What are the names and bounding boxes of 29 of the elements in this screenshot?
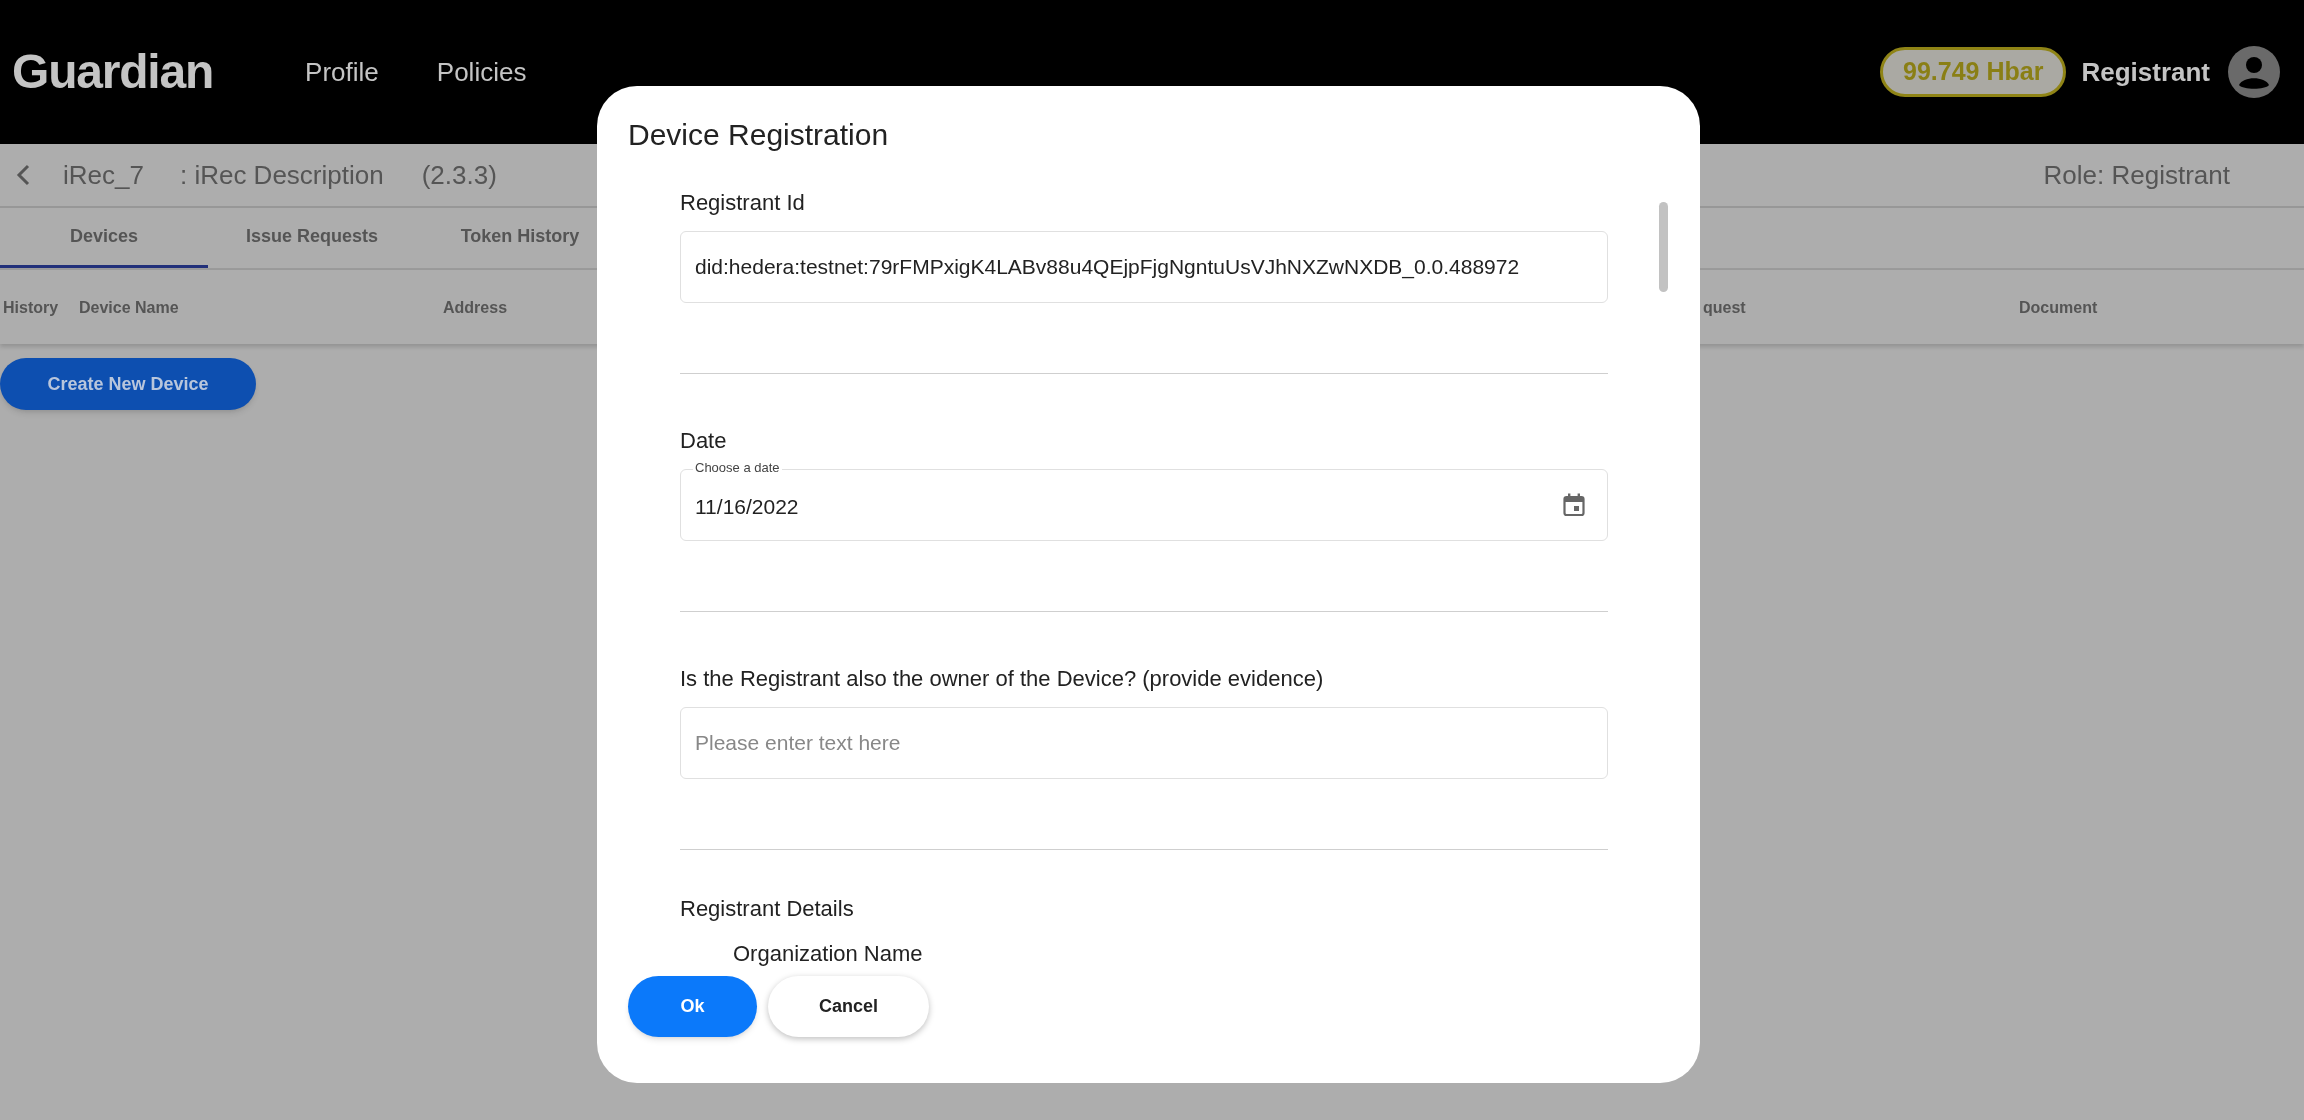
scrollbar[interactable] — [1659, 202, 1668, 292]
cancel-button[interactable]: Cancel — [768, 976, 929, 1037]
logo[interactable]: Guardian — [12, 36, 214, 108]
balance-badge: 99.749 Hbar — [1880, 47, 2067, 97]
field-label: Date — [680, 427, 728, 455]
create-device-button[interactable]: Create New Device — [0, 358, 256, 410]
policy-name: iRec_7 — [63, 158, 144, 192]
ok-button[interactable]: Ok — [628, 976, 757, 1037]
role-label: Role: Registrant — [2043, 158, 2230, 192]
nav-link[interactable]: Policies — [436, 52, 527, 92]
policy-version: (2.3.3) — [421, 158, 497, 192]
back-icon[interactable] — [16, 164, 30, 186]
text-field[interactable]: Please enter text here — [680, 707, 1608, 779]
calendar-icon[interactable] — [1563, 493, 1585, 517]
policy-description: : iRec Description — [179, 158, 384, 192]
dialog-title: Device Registration — [628, 120, 890, 150]
nav-link[interactable]: Profile — [305, 52, 379, 92]
field-label: Organization Name — [733, 940, 924, 968]
column-header: Document — [2019, 298, 2098, 318]
column-header: Device Name — [79, 298, 179, 318]
section-title: Registrant Details — [680, 895, 855, 923]
column-header: Address — [443, 298, 508, 318]
user-name: Registrant — [2081, 55, 2210, 89]
field-label: Registrant Id — [680, 189, 806, 217]
column-header: quest — [1703, 298, 1746, 318]
avatar-icon[interactable] — [2228, 46, 2280, 98]
text-field[interactable]: did:hedera:testnet:79rFMPxigK4LABv88u4QEjpFjgNgntuUsVJhNXZwNXDB_0.0.488972 — [680, 231, 1608, 303]
column-header: History — [3, 298, 59, 318]
field-label: Is the Registrant also the owner of the Device? (provide evidence) — [680, 665, 1325, 693]
